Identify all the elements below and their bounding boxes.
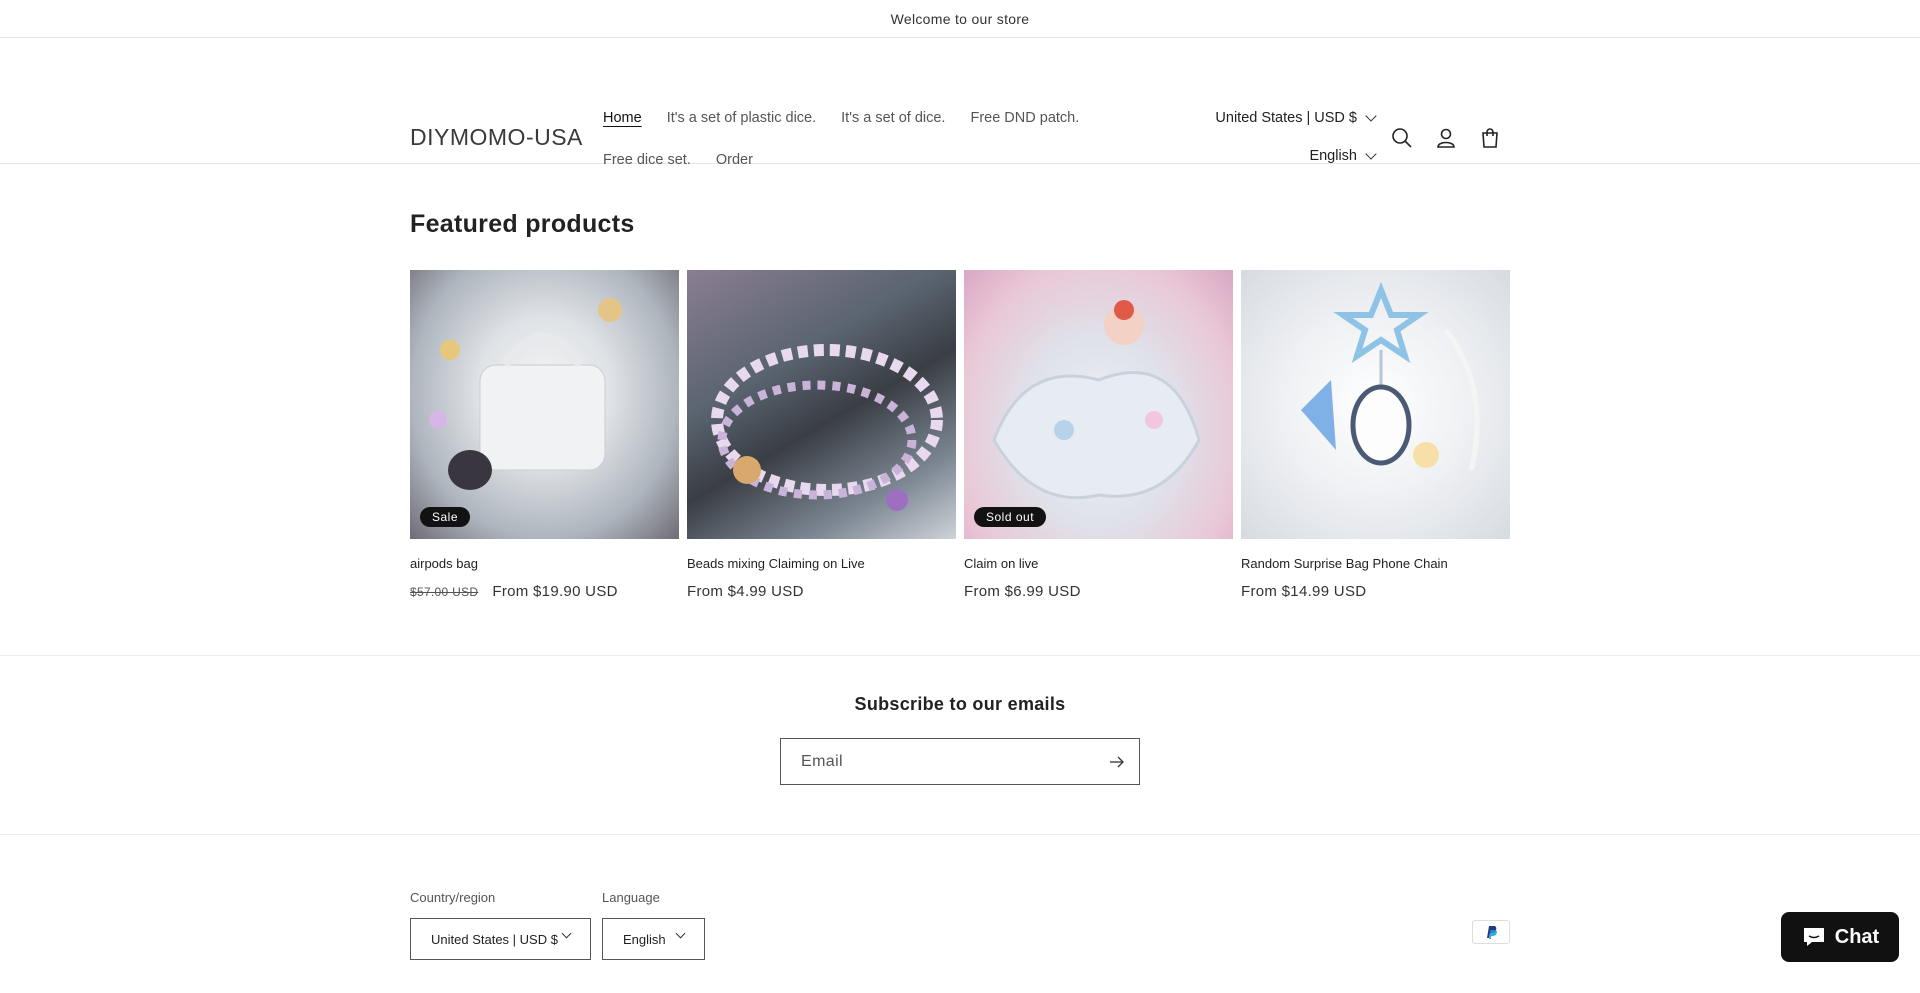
- email-field: [780, 738, 1140, 785]
- chat-bubble-icon: [1803, 928, 1824, 946]
- chat-label: Chat: [1834, 925, 1880, 948]
- product-card[interactable]: Random Surprise Bag Phone Chain From $14…: [1241, 270, 1510, 600]
- language-label: Language: [602, 890, 660, 905]
- footer-country-select[interactable]: United States | USD $: [410, 918, 591, 960]
- product-price: From $6.99 USD: [964, 583, 1233, 600]
- search-icon[interactable]: [1391, 126, 1413, 150]
- nav-link-plastic-dice[interactable]: It's a set of plastic dice.: [667, 107, 816, 149]
- sold-out-badge: Sold out: [974, 507, 1047, 527]
- product-title[interactable]: Random Surprise Bag Phone Chain: [1241, 556, 1510, 571]
- language-selector[interactable]: English: [1309, 148, 1377, 164]
- compare-price: $57.00 USD: [410, 585, 479, 599]
- product-price: From $14.99 USD: [1241, 583, 1510, 600]
- chevron-down-icon: [1365, 110, 1377, 122]
- price: From $4.99 USD: [687, 583, 804, 600]
- nav-link-dnd-patch[interactable]: Free DND patch.: [970, 107, 1079, 149]
- product-title[interactable]: Claim on live: [964, 556, 1233, 571]
- product-grid: Sale airpods bag $57.00 USD From $19.90 …: [410, 270, 1510, 600]
- chevron-down-icon: [561, 928, 572, 939]
- arrow-right-icon: [1110, 756, 1124, 767]
- chevron-down-icon: [675, 928, 686, 939]
- nav-link-home[interactable]: Home: [603, 107, 642, 149]
- nav-link-dice-set[interactable]: Free dice set.: [603, 149, 691, 191]
- product-price: $57.00 USD From $19.90 USD: [410, 583, 679, 600]
- product-card[interactable]: Beads mixing Claiming on Live From $4.99…: [687, 270, 956, 600]
- nav-link-order[interactable]: Order: [716, 149, 753, 191]
- newsletter-title: Subscribe to our emails: [854, 694, 1066, 714]
- sale-price: From $19.90 USD: [492, 583, 618, 600]
- product-image[interactable]: Sold out: [964, 270, 1233, 539]
- store-logo[interactable]: DIYMOMO-USA: [410, 124, 583, 151]
- chevron-down-icon: [1365, 148, 1377, 160]
- price: From $6.99 USD: [964, 583, 1081, 600]
- country-selector[interactable]: United States | USD $: [1215, 110, 1377, 126]
- footer-language-select[interactable]: English: [602, 918, 705, 960]
- main-nav: Home It's a set of plastic dice. It's a …: [603, 107, 1183, 191]
- cart-icon[interactable]: [1479, 126, 1501, 150]
- email-input[interactable]: [781, 739, 1095, 784]
- product-image[interactable]: [687, 270, 956, 539]
- product-image[interactable]: Sale: [410, 270, 679, 539]
- nav-link-dice[interactable]: It's a set of dice.: [841, 107, 945, 149]
- sale-badge: Sale: [420, 507, 471, 527]
- newsletter-section: Subscribe to our emails: [0, 655, 1920, 835]
- footer-country-value: United States | USD $: [431, 931, 558, 947]
- product-title[interactable]: airpods bag: [410, 556, 679, 571]
- header-icons: [1391, 126, 1501, 150]
- site-header: DIYMOMO-USA Home It's a set of plastic d…: [0, 38, 1920, 168]
- subscribe-button[interactable]: [1095, 739, 1139, 784]
- product-card[interactable]: Sold out Claim on live From $6.99 USD: [964, 270, 1233, 600]
- paypal-icon: [1472, 920, 1510, 944]
- product-title[interactable]: Beads mixing Claiming on Live: [687, 556, 956, 571]
- product-price: From $4.99 USD: [687, 583, 956, 600]
- footer-language-value: English: [623, 931, 666, 947]
- country-selector-label: United States | USD $: [1215, 110, 1357, 126]
- announcement-text: Welcome to our store: [890, 10, 1030, 27]
- product-card[interactable]: Sale airpods bag $57.00 USD From $19.90 …: [410, 270, 679, 600]
- price: From $14.99 USD: [1241, 583, 1367, 600]
- product-image[interactable]: [1241, 270, 1510, 539]
- chat-button[interactable]: Chat: [1781, 912, 1899, 962]
- language-selector-label: English: [1309, 148, 1357, 164]
- featured-products-title: Featured products: [410, 210, 635, 238]
- account-icon[interactable]: [1435, 126, 1457, 150]
- country-region-label: Country/region: [410, 890, 496, 905]
- announcement-bar: Welcome to our store: [0, 0, 1920, 38]
